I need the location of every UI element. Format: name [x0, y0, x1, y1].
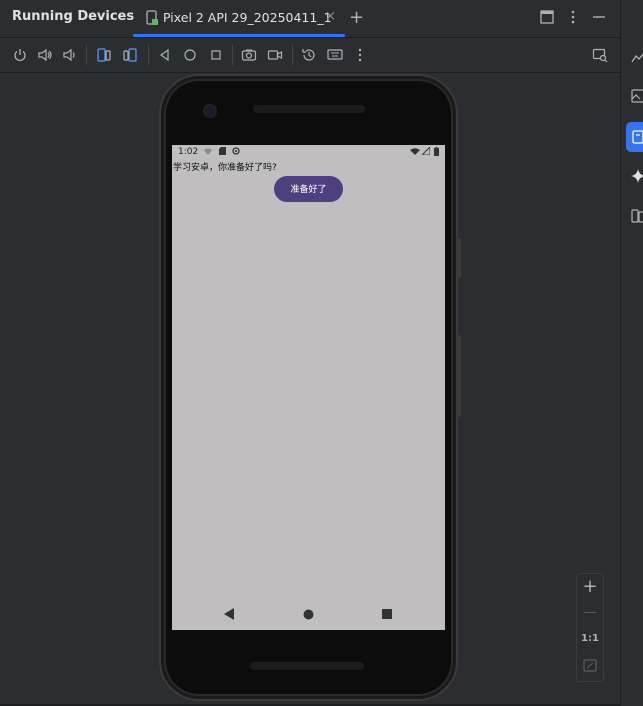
toolbar-divider — [292, 45, 293, 65]
back-icon[interactable] — [157, 47, 173, 63]
device-mirror-icon[interactable] — [592, 47, 608, 63]
status-bar: 1:02 — [172, 145, 445, 159]
add-tab-button[interactable]: + — [349, 7, 364, 28]
image-gallery-icon[interactable] — [630, 88, 643, 104]
fit-screen-icon[interactable] — [583, 659, 597, 672]
prompt-text: 学习安卓，你准备好了吗? — [173, 163, 277, 173]
signal-icon — [422, 147, 430, 155]
actual-size-button[interactable]: 1:1 — [577, 633, 603, 644]
nav-recents-icon[interactable] — [382, 609, 392, 619]
volume-up-icon[interactable] — [37, 47, 53, 63]
device-tab-label: Pixel 2 API 29_20250411_1 — [163, 10, 332, 25]
zoom-in-button[interactable]: + — [577, 576, 603, 597]
toolbar-divider — [232, 45, 233, 65]
minimize-icon[interactable] — [590, 8, 608, 26]
tab-close-icon[interactable]: × — [325, 9, 336, 24]
navigation-bar — [172, 598, 445, 630]
sync-icon — [232, 147, 240, 155]
snapshot-icon[interactable] — [301, 47, 317, 63]
screen-record-icon[interactable] — [267, 47, 283, 63]
wifi-off-icon — [204, 148, 212, 155]
overview-icon[interactable] — [208, 47, 224, 63]
zoom-out-button[interactable]: — — [577, 605, 603, 620]
bottom-speaker — [250, 662, 364, 670]
screenshot-icon[interactable] — [241, 47, 257, 63]
more-actions-icon[interactable] — [352, 47, 368, 63]
rotate-right-icon[interactable] — [122, 47, 138, 63]
top-speaker — [253, 105, 365, 113]
device-tab-icon — [146, 10, 158, 25]
keyboard-icon[interactable] — [327, 47, 343, 63]
device-tab[interactable]: Pixel 2 API 29_20250411_1 × — [133, 0, 345, 37]
performance-icon[interactable] — [630, 50, 643, 66]
emulator-screen[interactable]: 1:02 学习安卓，你准备好了吗? 准备好了 — [172, 145, 445, 630]
phone-volume-rocker[interactable] — [457, 335, 461, 417]
panel-title: Running Devices — [12, 9, 135, 24]
rotate-left-icon[interactable] — [96, 47, 112, 63]
phone-power-button[interactable] — [457, 238, 461, 278]
more-options-icon[interactable] — [564, 8, 582, 26]
volume-down-icon[interactable] — [62, 47, 78, 63]
right-tool-strip — [620, 0, 643, 706]
battery-icon — [434, 147, 439, 156]
sd-card-icon — [219, 147, 226, 155]
gemini-sparkle-icon[interactable] — [630, 168, 643, 184]
restore-window-icon[interactable] — [538, 8, 556, 26]
home-icon[interactable] — [182, 47, 198, 63]
title-bar: Running Devices Pixel 2 API 29_20250411_… — [0, 0, 620, 38]
status-time: 1:02 — [178, 147, 199, 157]
wifi-icon — [410, 148, 420, 155]
front-camera — [205, 106, 215, 116]
nav-home-icon[interactable] — [303, 609, 314, 620]
device-manager-icon[interactable] — [630, 208, 643, 224]
toolbar-divider — [148, 45, 149, 65]
ready-button[interactable]: 准备好了 — [274, 176, 343, 202]
tab-active-indicator — [133, 34, 345, 37]
toolbar-divider — [86, 45, 87, 65]
running-devices-icon[interactable] — [630, 129, 643, 145]
zoom-controls: + — 1:1 — [576, 573, 604, 682]
nav-back-icon[interactable] — [224, 608, 235, 620]
power-icon[interactable] — [12, 47, 28, 63]
